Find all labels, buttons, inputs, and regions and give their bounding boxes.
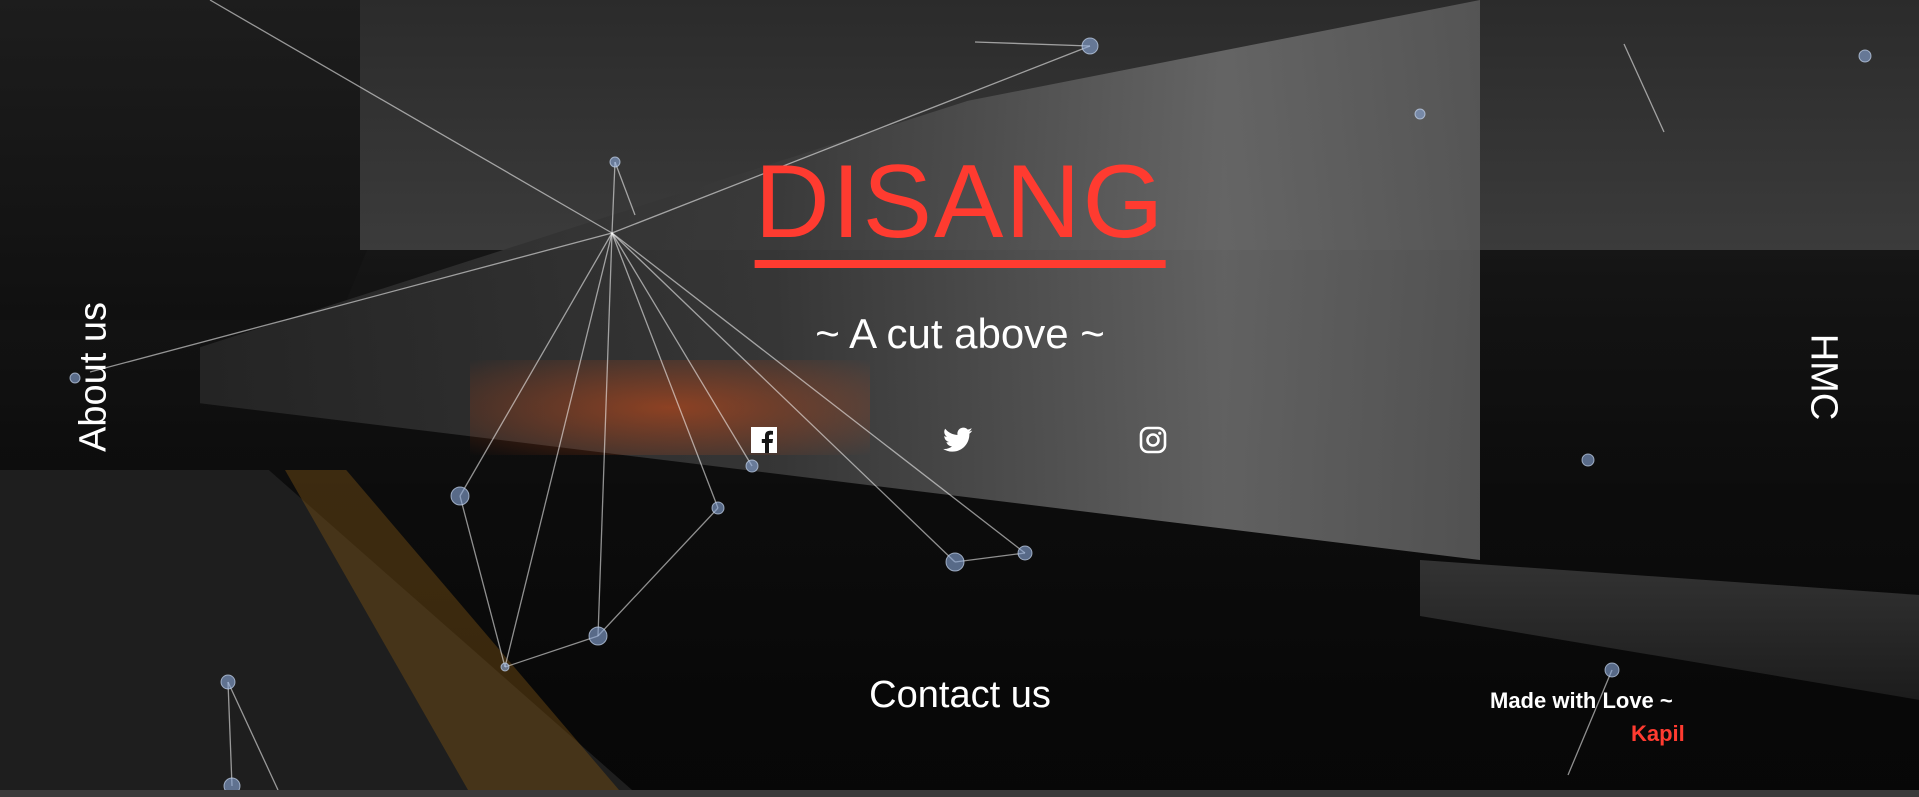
instagram-icon[interactable]	[1138, 425, 1168, 455]
hmc-link[interactable]: HMC	[1802, 334, 1845, 421]
tagline: ~ A cut above ~	[815, 310, 1105, 357]
contact-us-link[interactable]: Contact us	[869, 674, 1051, 717]
twitter-icon[interactable]	[943, 425, 973, 455]
credit-text: Made with Love ~	[1490, 688, 1673, 713]
credit-name[interactable]: Kapil	[1631, 721, 1685, 747]
bottom-bar	[0, 790, 1919, 797]
brand-title[interactable]: DISANG	[754, 150, 1166, 268]
about-us-link[interactable]: About us	[73, 302, 116, 452]
facebook-icon[interactable]	[749, 425, 779, 455]
